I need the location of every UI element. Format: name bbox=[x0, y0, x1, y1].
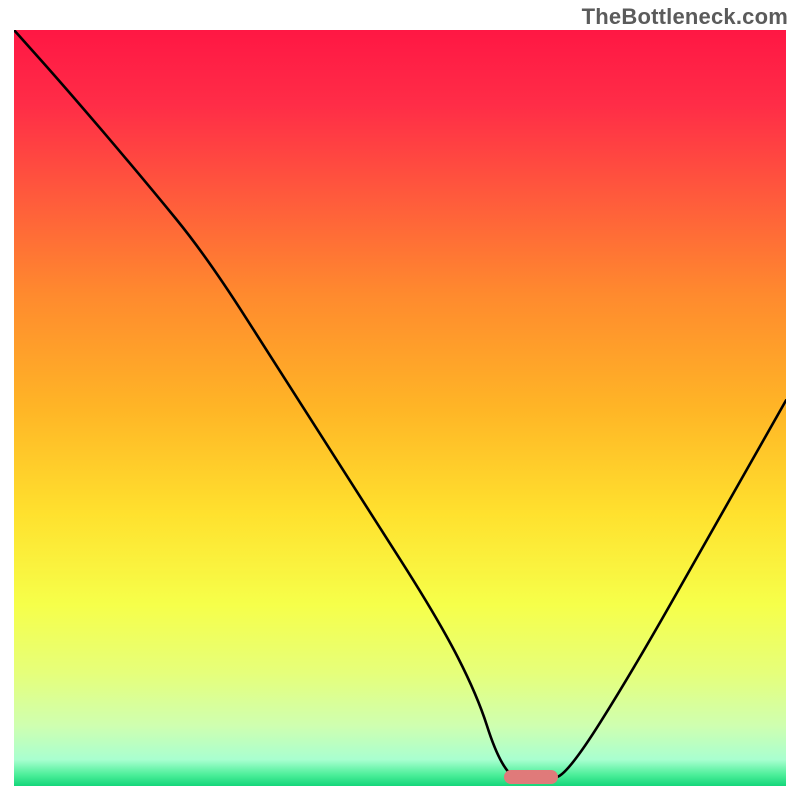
watermark-label: TheBottleneck.com bbox=[582, 4, 788, 30]
optimal-range-marker bbox=[504, 770, 558, 784]
chart-svg bbox=[14, 30, 786, 786]
plot-area bbox=[14, 30, 786, 786]
gradient-background bbox=[14, 30, 786, 786]
bottleneck-chart: TheBottleneck.com bbox=[0, 0, 800, 800]
